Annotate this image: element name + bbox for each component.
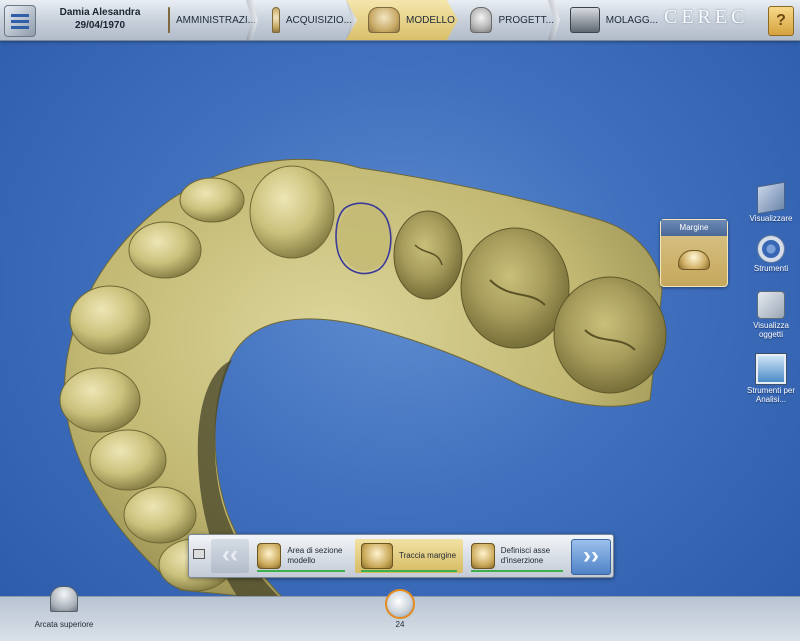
phase-administration[interactable]: AMMINISTRAZI... (160, 0, 258, 40)
tooth (179, 177, 245, 223)
tooth (59, 367, 141, 433)
phase-navigation: AMMINISTRAZI... ACQUISIZIO... MODELLO PR… (160, 0, 660, 40)
tooth-selector-icon[interactable] (385, 589, 415, 619)
model-icon (368, 7, 400, 33)
analysis-tools-button[interactable]: Strumenti per Analisi... (742, 354, 800, 404)
next-step-button[interactable]: ›› (571, 539, 611, 575)
view-button[interactable]: Visualizzare (742, 181, 800, 223)
patient-dob: 29/04/1970 (74, 20, 126, 31)
step-insertion-axis[interactable]: Definisci asse d'inserzione (465, 539, 569, 573)
tooth (460, 227, 570, 349)
preparation-site[interactable] (337, 203, 393, 271)
app-menu-icon[interactable] (4, 5, 36, 37)
view-objects-button[interactable]: Visualizza oggetti (742, 291, 800, 339)
phase-milling[interactable]: MOLAGG... (562, 0, 658, 40)
tooth (393, 210, 463, 300)
arch-label: Arcata superiore (34, 620, 94, 629)
margin-panel-title: Margine (661, 220, 727, 236)
phase-label: MOLAGG... (605, 14, 658, 26)
phase-model[interactable]: MODELLO (346, 0, 458, 40)
step-model-section-area[interactable]: Area di sezione modello (251, 539, 351, 573)
step-complete-indicator (257, 570, 345, 572)
side-tool-label: Visualizza oggetti (753, 321, 789, 339)
objects-icon (757, 291, 785, 319)
mini-view-icon[interactable] (193, 549, 205, 559)
patient-info: Damia Alesandra 29/04/1970 (40, 6, 160, 32)
phase-acquisition[interactable]: ACQUISIZIO... (264, 0, 358, 40)
tooth (128, 221, 202, 279)
scan-icon (272, 7, 280, 33)
cube-icon (757, 181, 785, 215)
tooth (89, 429, 167, 491)
analysis-monitor-icon (756, 354, 786, 384)
phase-label: PROGETT... (498, 14, 554, 26)
dental-model-viewport[interactable] (0, 40, 800, 600)
step-complete-indicator (471, 570, 563, 572)
tooth (69, 285, 151, 355)
step-label: Traccia margine (399, 551, 457, 560)
step-complete-indicator (361, 570, 457, 572)
step-trace-margin[interactable]: Traccia margine (355, 539, 463, 573)
insertion-axis-icon (471, 543, 495, 569)
phase-label: MODELLO (406, 14, 455, 26)
phase-design[interactable]: PROGETT... (462, 0, 560, 40)
model-section-icon (257, 543, 282, 569)
step-label: Definisci asse d'inserzione (500, 546, 551, 565)
previous-step-button[interactable]: ‹‹ (211, 539, 249, 573)
tools-button[interactable]: Strumenti (742, 236, 800, 273)
tooth-number: 24 (395, 620, 405, 629)
workflow-step-bar: ‹‹ Area di sezione modello Traccia margi… (188, 534, 614, 578)
tooth (553, 276, 667, 394)
tooth (123, 486, 197, 544)
model-icon (168, 7, 170, 33)
phase-label: ACQUISIZIO... (285, 14, 352, 26)
tooth (249, 165, 335, 259)
help-book-icon[interactable]: ? (768, 6, 794, 36)
phase-label: AMMINISTRAZI... (176, 14, 256, 26)
upper-arch-icon[interactable] (50, 586, 78, 612)
design-icon (470, 7, 493, 33)
crown-icon (678, 250, 710, 270)
margin-tool-panel[interactable]: Margine (660, 219, 728, 287)
milling-icon (570, 7, 600, 33)
trace-margin-icon (361, 543, 393, 569)
side-tool-label: Visualizzare (749, 214, 793, 223)
patient-name: Damia Alesandra (59, 7, 141, 18)
side-tool-label: Strumenti per Analisi... (746, 386, 796, 404)
step-label: Area di sezione modello (287, 546, 343, 565)
top-toolbar: Damia Alesandra 29/04/1970 AMMINISTRAZI.… (0, 0, 800, 41)
brand-logo: CEREC (664, 6, 749, 28)
side-tool-label: Strumenti (753, 264, 789, 273)
tools-ring-icon (758, 236, 784, 262)
